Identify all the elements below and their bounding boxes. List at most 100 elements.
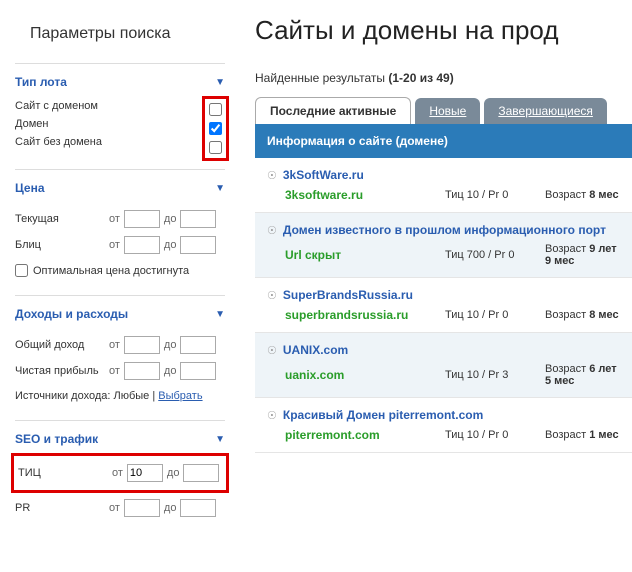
range-label: ТИЦ — [18, 467, 108, 479]
income-total-to[interactable] — [180, 336, 216, 354]
price-current-row: Текущая от до — [15, 206, 225, 232]
seo-tic-row: ТИЦ от до — [18, 460, 222, 486]
listing-age: Возраст 6 лет 5 мес — [545, 363, 620, 387]
section-header-price[interactable]: Цена ▼ — [15, 178, 225, 198]
listing-name-link[interactable]: Домен известного в прошлом информационно… — [283, 223, 606, 237]
globe-icon: ☉ — [267, 344, 277, 357]
listing-age: Возраст 1 мес — [545, 429, 619, 441]
sidebar: Параметры поиска Тип лота ▼ Сайт с домен… — [0, 0, 240, 572]
range-label: Текущая — [15, 213, 105, 225]
section-price: Цена ▼ Текущая от до Блиц от до — [15, 169, 225, 295]
sources-select-link[interactable]: Выбрать — [158, 390, 202, 402]
section-title: SEO и трафик — [15, 432, 98, 446]
price-blitz-to[interactable] — [180, 236, 216, 254]
from-label: от — [109, 339, 120, 351]
listing-domain[interactable]: Url скрыт — [285, 248, 425, 262]
section-header-income[interactable]: Доходы и расходы ▼ — [15, 304, 225, 324]
lot-type-label: Сайт с доменом — [15, 100, 206, 112]
checkbox-site-without-domain[interactable] — [209, 141, 222, 154]
price-blitz-row: Блиц от до — [15, 232, 225, 258]
seo-tic-from[interactable] — [127, 464, 163, 482]
listings: ☉ 3kSoftWare.ru 3ksoftware.ru Тиц 10 / P… — [255, 158, 632, 453]
to-label: до — [164, 239, 177, 251]
income-sources-row: Источники дохода: Любые | Выбрать — [15, 384, 225, 408]
page-title: Сайты и домены на прод — [255, 15, 632, 46]
income-total-from[interactable] — [124, 336, 160, 354]
chevron-down-icon: ▼ — [215, 434, 225, 445]
income-net-to[interactable] — [180, 362, 216, 380]
section-title: Тип лота — [15, 75, 67, 89]
results-count-value: (1-20 из 49) — [388, 71, 453, 85]
from-label: от — [109, 365, 120, 377]
listing-row: ☉ SuperBrandsRussia.ru superbrandsrussia… — [255, 278, 632, 333]
listing-domain[interactable]: uanix.com — [285, 368, 425, 382]
income-total-row: Общий доход от до — [15, 332, 225, 358]
globe-icon: ☉ — [267, 289, 277, 302]
results-label: Найденные результаты — [255, 71, 385, 85]
tab-recent-active[interactable]: Последние активные — [255, 97, 411, 124]
seo-tic-to[interactable] — [183, 464, 219, 482]
listing-tic: Тиц 700 / Pr 0 — [445, 249, 525, 261]
tab-ending[interactable]: Завершающиеся — [484, 98, 607, 124]
listing-name-link[interactable]: UANIX.com — [283, 343, 348, 357]
highlight-tic: ТИЦ от до — [11, 453, 229, 493]
seo-pr-from[interactable] — [124, 499, 160, 517]
range-label: Блиц — [15, 239, 105, 251]
chevron-down-icon: ▼ — [215, 77, 225, 88]
listing-tic: Тиц 10 / Pr 0 — [445, 189, 525, 201]
sidebar-title: Параметры поиска — [30, 25, 225, 43]
listing-age: Возраст 8 мес — [545, 189, 619, 201]
sources-label: Источники дохода: — [15, 390, 110, 402]
listing-age: Возраст 8 мес — [545, 309, 619, 321]
checkbox-domain[interactable] — [209, 122, 222, 135]
section-title: Цена — [15, 181, 45, 195]
to-label: до — [164, 339, 177, 351]
checkbox-site-with-domain[interactable] — [209, 103, 222, 116]
price-current-to[interactable] — [180, 210, 216, 228]
price-blitz-from[interactable] — [124, 236, 160, 254]
listing-tic: Тиц 10 / Pr 0 — [445, 309, 525, 321]
lot-type-label: Домен — [15, 118, 206, 130]
listing-age: Возраст 9 лет 9 мес — [545, 243, 620, 267]
section-header-seo[interactable]: SEO и трафик ▼ — [15, 429, 225, 449]
tab-new[interactable]: Новые — [415, 98, 480, 124]
listing-name-link[interactable]: Красивый Домен piterremont.com — [283, 408, 483, 422]
optimal-price-label: Оптимальная цена достигнута — [33, 265, 189, 277]
to-label: до — [164, 502, 177, 514]
chevron-down-icon: ▼ — [215, 309, 225, 320]
listing-domain[interactable]: superbrandsrussia.ru — [285, 308, 425, 322]
listing-row: ☉ Красивый Домен piterremont.com piterre… — [255, 398, 632, 453]
range-label: Чистая прибыль — [15, 365, 105, 377]
range-label: PR — [15, 502, 105, 514]
checkbox-optimal-price[interactable] — [15, 264, 28, 277]
listing-name-link[interactable]: SuperBrandsRussia.ru — [283, 288, 413, 302]
range-label: Общий доход — [15, 339, 105, 351]
section-seo: SEO и трафик ▼ ТИЦ от до PR от — [15, 420, 225, 533]
optimal-price-row: Оптимальная цена достигнута — [15, 258, 225, 283]
section-title: Доходы и расходы — [15, 307, 128, 321]
lot-type-label: Сайт без домена — [15, 136, 206, 148]
listing-domain[interactable]: piterremont.com — [285, 428, 425, 442]
to-label: до — [167, 467, 180, 479]
income-net-from[interactable] — [124, 362, 160, 380]
price-current-from[interactable] — [124, 210, 160, 228]
seo-pr-row: PR от до — [15, 495, 225, 521]
globe-icon: ☉ — [267, 409, 277, 422]
section-header-lot-type[interactable]: Тип лота ▼ — [15, 72, 225, 92]
from-label: от — [109, 239, 120, 251]
listing-row: ☉ UANIX.com uanix.com Тиц 10 / Pr 3 Возр… — [255, 333, 632, 398]
seo-pr-to[interactable] — [180, 499, 216, 517]
listing-tic: Тиц 10 / Pr 3 — [445, 369, 525, 381]
listing-domain[interactable]: 3ksoftware.ru — [285, 188, 425, 202]
from-label: от — [109, 502, 120, 514]
listing-tic: Тиц 10 / Pr 0 — [445, 429, 525, 441]
section-lot-type: Тип лота ▼ Сайт с доменом Домен Сайт без… — [15, 63, 225, 169]
table-header: Информация о сайте (домене) — [255, 124, 632, 158]
main: Сайты и домены на прод Найденные результ… — [240, 0, 632, 572]
sources-value: Любые — [113, 390, 149, 402]
listing-name-link[interactable]: 3kSoftWare.ru — [283, 168, 364, 182]
chevron-down-icon: ▼ — [215, 183, 225, 194]
listing-row: ☉ Домен известного в прошлом информацион… — [255, 213, 632, 278]
globe-icon: ☉ — [267, 224, 277, 237]
from-label: от — [109, 213, 120, 225]
